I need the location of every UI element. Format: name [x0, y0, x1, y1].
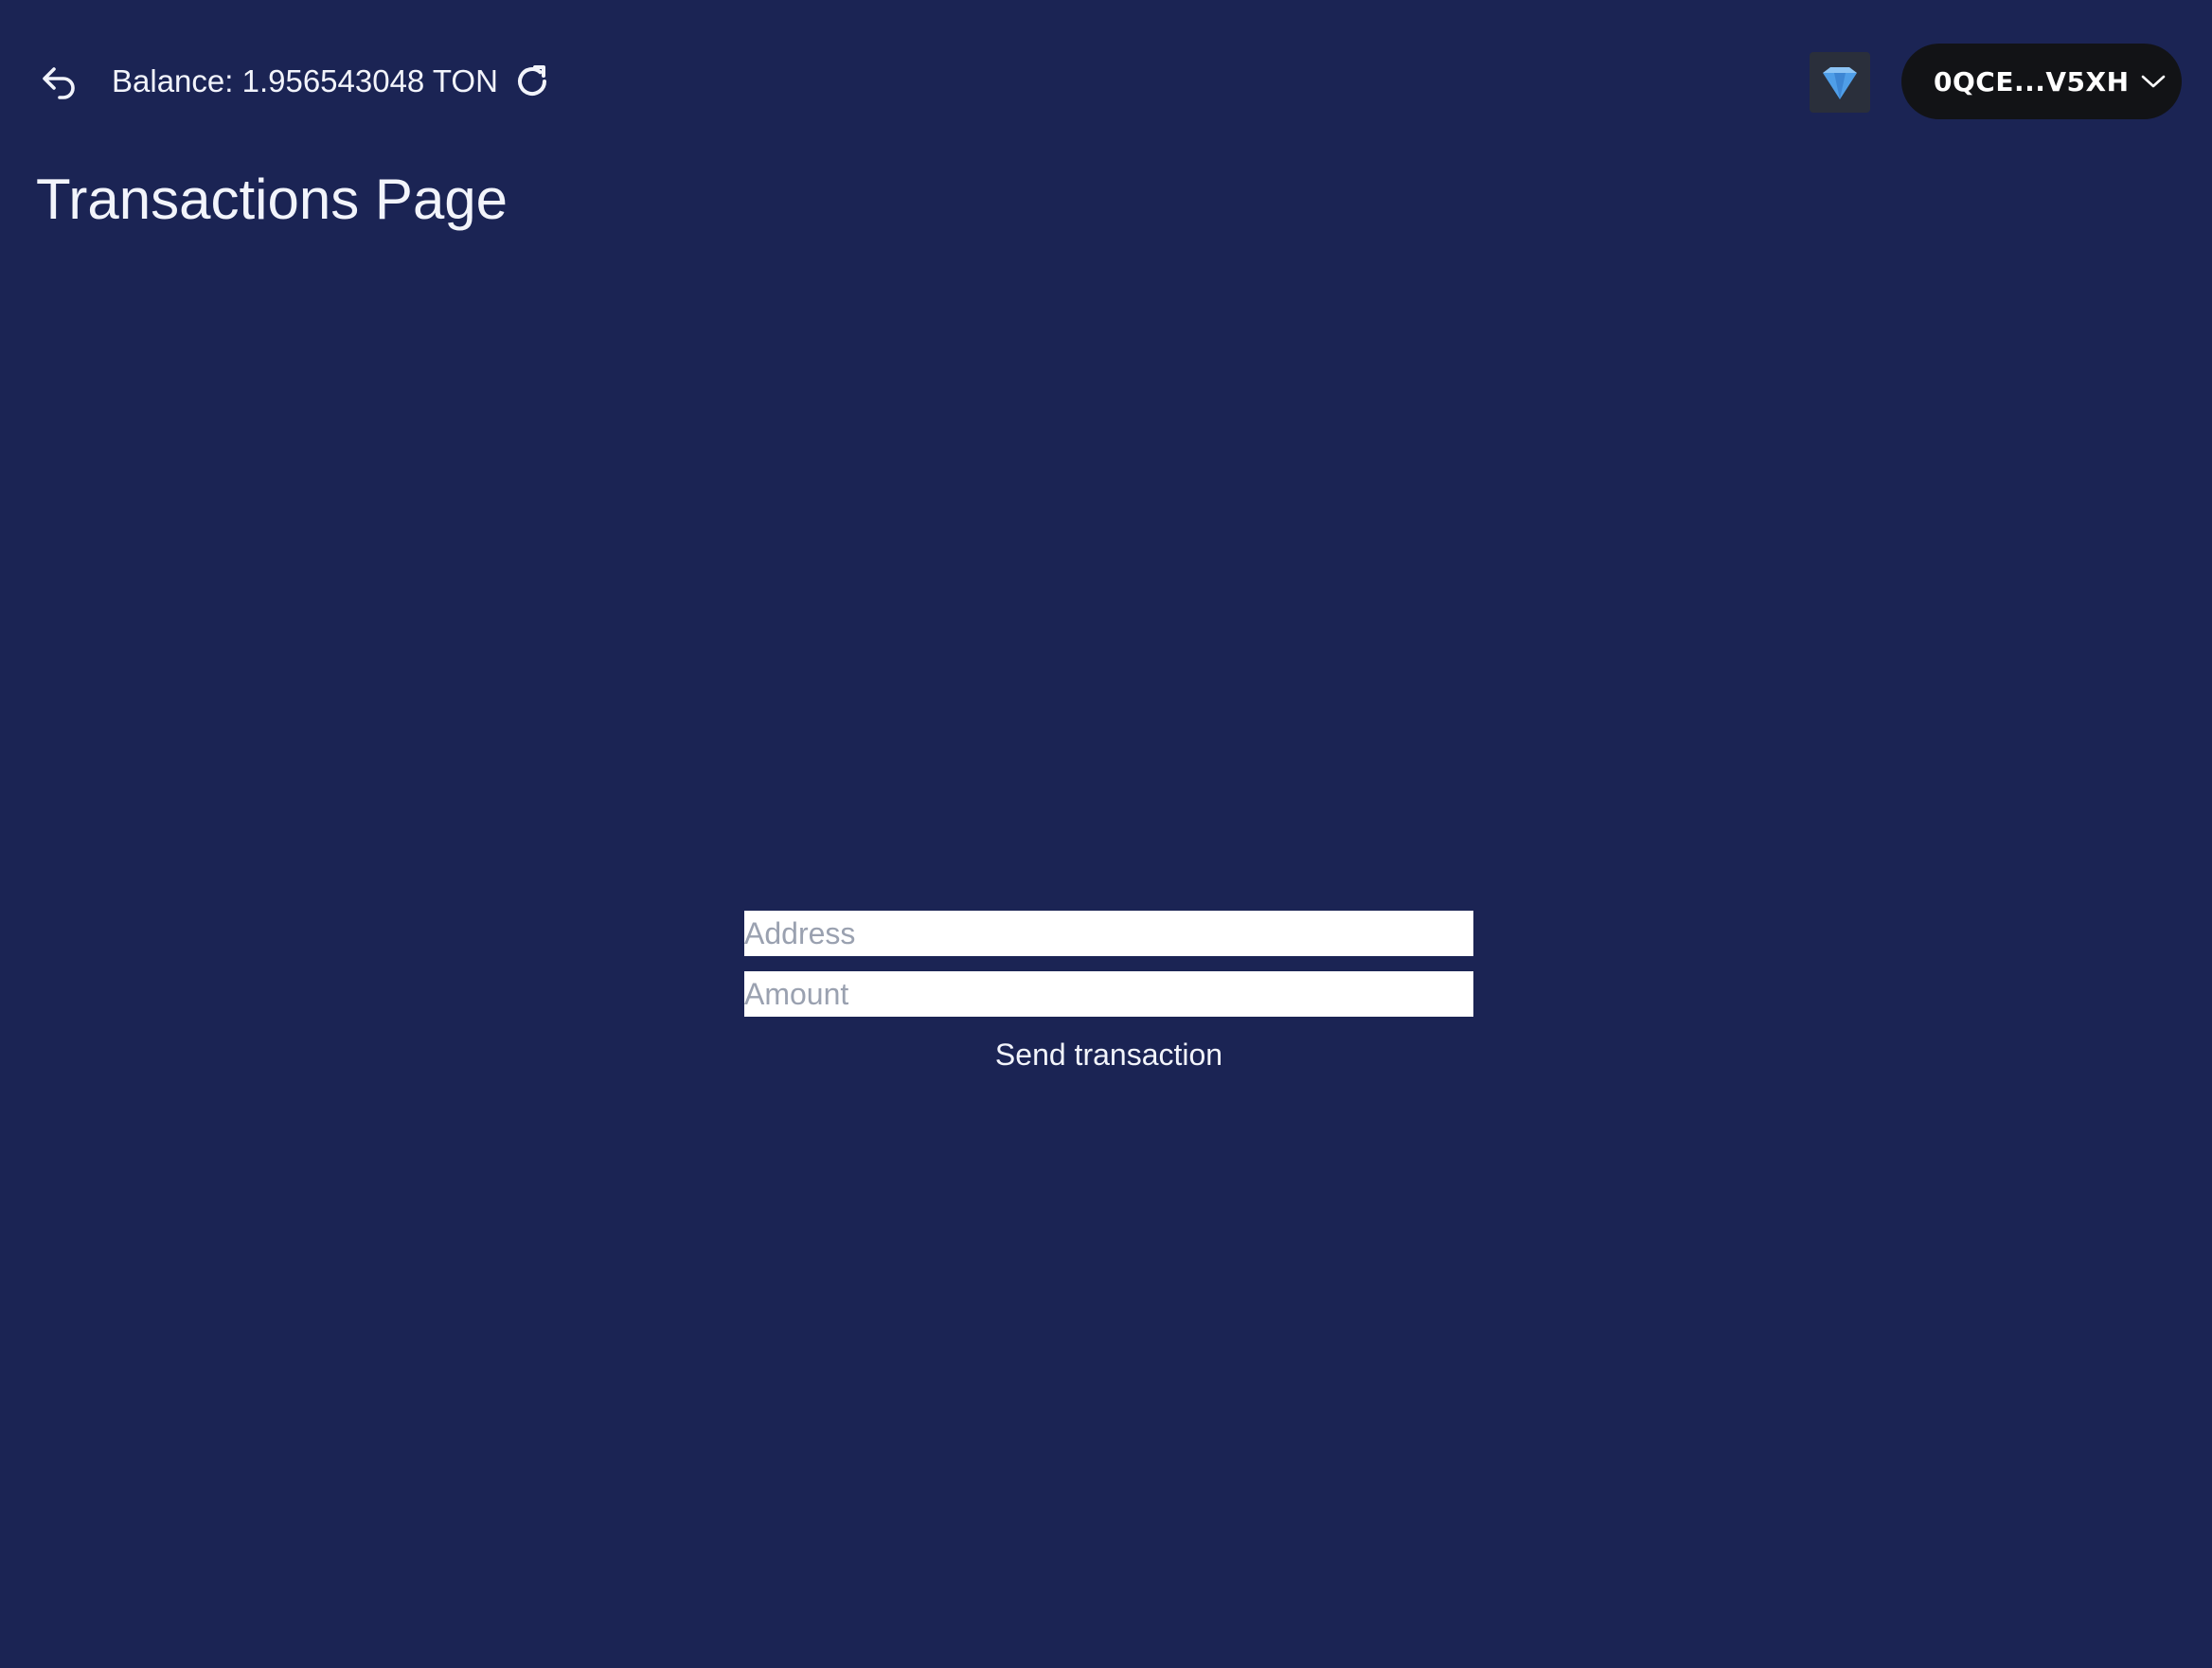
account-address-label: 0QCE...V5XH [1934, 65, 2130, 98]
send-transaction-button[interactable]: Send transaction [995, 1036, 1222, 1074]
transaction-form: Send transaction [744, 911, 1473, 1074]
refresh-button[interactable] [511, 61, 553, 102]
ton-diamond-icon [1823, 67, 1857, 99]
header: Balance: 1.956543048 TON 0QCE...V5XH [0, 0, 2212, 163]
page-title: Transactions Page [36, 168, 508, 231]
wallet-icon-button[interactable] [1810, 52, 1870, 113]
back-arrow-icon [43, 67, 75, 99]
chevron-down-icon [2141, 74, 2166, 89]
address-input[interactable] [744, 911, 1473, 956]
balance-text: Balance: 1.956543048 TON [112, 63, 498, 98]
account-button[interactable]: 0QCE...V5XH [1901, 44, 2182, 119]
amount-input[interactable] [744, 971, 1473, 1017]
refresh-icon [518, 65, 547, 97]
back-button[interactable] [36, 59, 83, 106]
